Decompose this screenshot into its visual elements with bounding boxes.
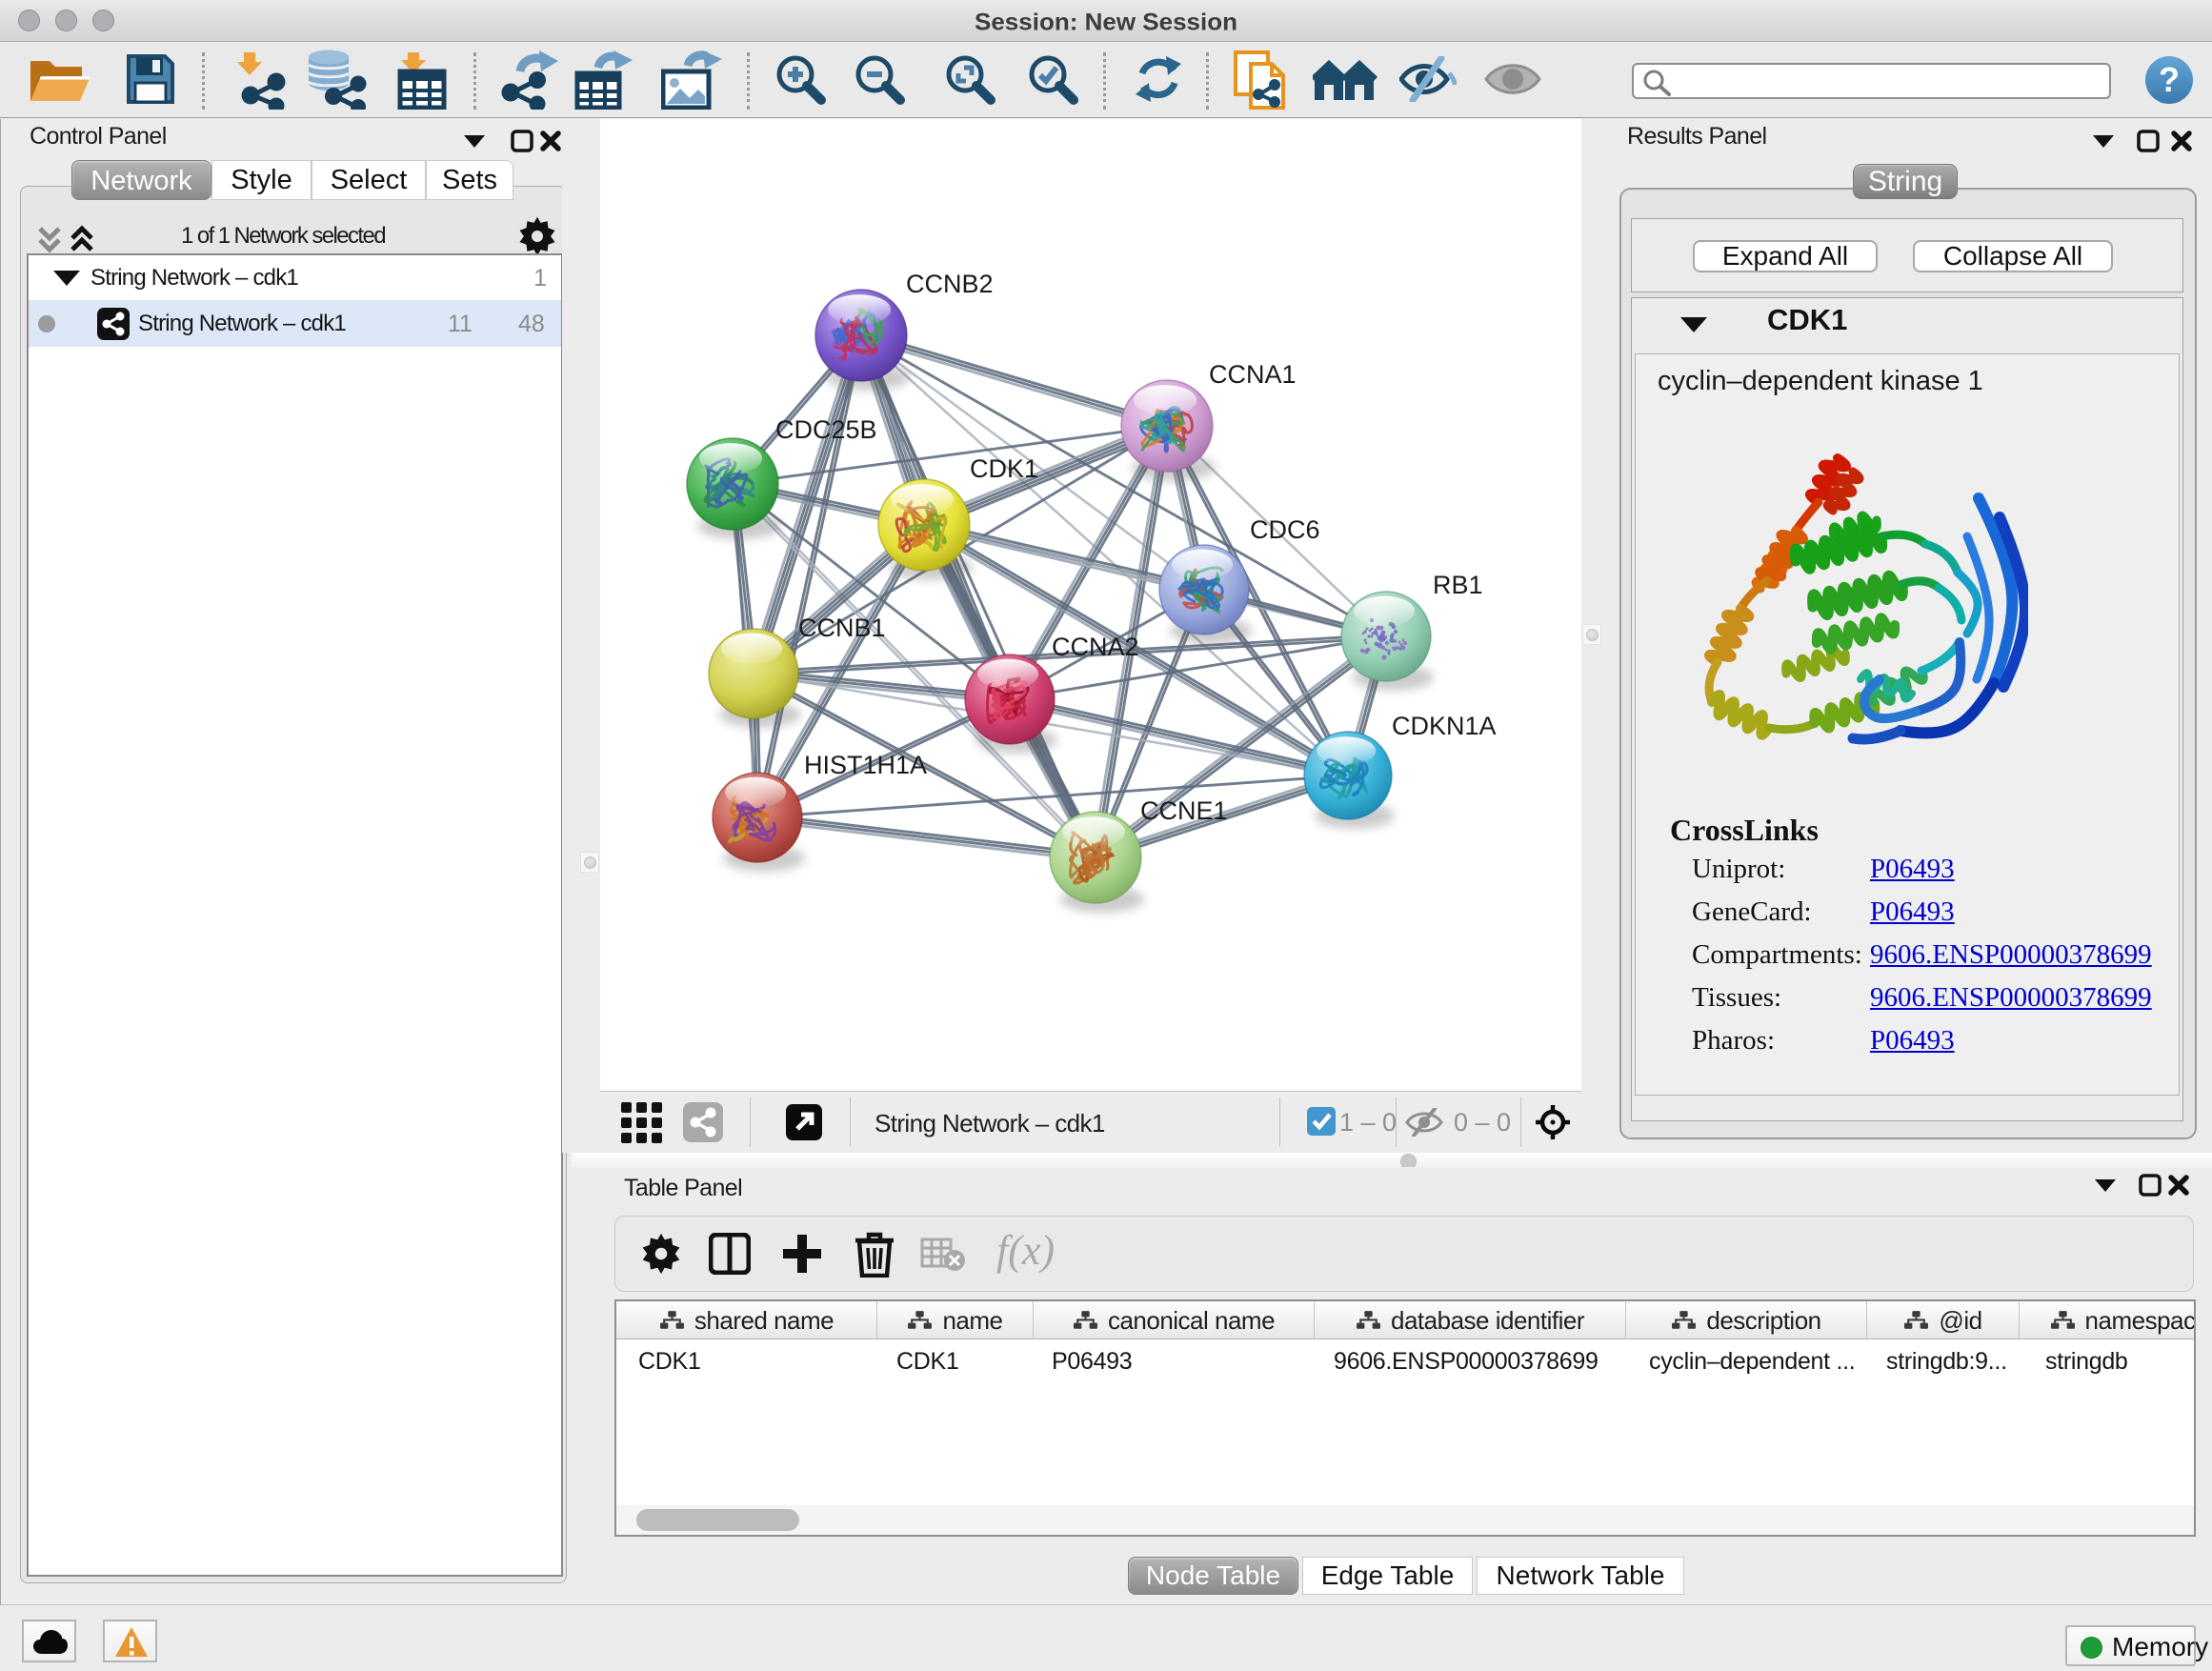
svg-text:CCNE1: CCNE1 bbox=[1140, 796, 1228, 825]
svg-text:CDKN1A: CDKN1A bbox=[1392, 712, 1497, 740]
svg-text:CCNB2: CCNB2 bbox=[906, 270, 994, 298]
svg-text:CDC6: CDC6 bbox=[1250, 515, 1320, 544]
svg-text:CDK1: CDK1 bbox=[970, 454, 1038, 483]
svg-text:CDC25B: CDC25B bbox=[775, 415, 877, 444]
svg-text:CCNB1: CCNB1 bbox=[798, 614, 886, 642]
svg-text:RB1: RB1 bbox=[1433, 571, 1483, 599]
svg-text:CCNA2: CCNA2 bbox=[1052, 633, 1139, 661]
svg-text:CCNA1: CCNA1 bbox=[1209, 360, 1297, 389]
svg-text:HIST1H1A: HIST1H1A bbox=[804, 751, 927, 779]
